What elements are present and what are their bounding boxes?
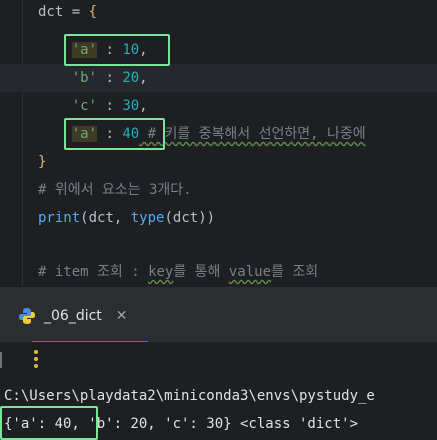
tab-label: _06_dict: [44, 308, 102, 324]
highlight-box-key-a-10: [64, 34, 170, 66]
run-tool-window-header: _06_dict ✕: [0, 286, 437, 343]
code-line[interactable]: dct = {: [0, 0, 437, 28]
code-line[interactable]: }: [0, 148, 437, 176]
var-dct: dct: [38, 4, 64, 20]
more-options-icon[interactable]: [34, 350, 38, 370]
code-line[interactable]: [0, 232, 437, 260]
comment-word: value: [228, 264, 272, 280]
close-brace: }: [38, 154, 47, 170]
comment-word: 를 통해: [173, 264, 229, 280]
paren: )): [198, 210, 216, 226]
builtin-print: print: [38, 210, 81, 226]
python-icon: [18, 307, 36, 325]
code-line-current[interactable]: 'b' : 20,: [0, 64, 437, 92]
highlight-box-key-a-40: [64, 118, 165, 150]
dict-value: 20: [122, 70, 140, 86]
comment-word: 를 조회: [271, 264, 319, 280]
close-icon[interactable]: ✕: [116, 308, 128, 324]
toolbar-divider: [0, 352, 2, 368]
code-comment: # item 조회 :: [38, 264, 149, 280]
tab-run-06-dict[interactable]: _06_dict ✕: [18, 299, 148, 343]
builtin-type: type: [130, 210, 165, 226]
code-editor[interactable]: dct = { 'a' : 10, 'b' : 20, 'c' : 30, 'a…: [0, 0, 437, 286]
code-line[interactable]: 'c' : 30,: [0, 92, 437, 120]
comma: ,: [139, 70, 148, 86]
code-line[interactable]: # item 조회 : key를 통해 value를 조회: [0, 258, 437, 286]
code-line[interactable]: print(dct, type(dct)): [0, 204, 437, 232]
dict-key: 'b': [71, 70, 98, 86]
highlight-box-output-a-40: [0, 406, 98, 440]
argument: dct,: [88, 210, 131, 226]
assign-op: =: [63, 4, 89, 20]
dict-key: 'c': [71, 98, 98, 114]
comment-word: key: [148, 264, 174, 280]
code-comment: # 키를 중복해서 선언하면, 나중에: [139, 126, 366, 142]
dict-value: 30: [122, 98, 140, 114]
run-toolbar: [0, 342, 437, 379]
code-comment: # 위에서 요소는 3개다.: [38, 182, 192, 198]
comma: ,: [139, 98, 148, 114]
argument: dct: [172, 210, 199, 226]
paren: (: [80, 210, 89, 226]
colon: :: [97, 98, 123, 114]
run-console[interactable]: C:\Users\playdata2\miniconda3\envs\pystu…: [0, 378, 437, 440]
open-brace: {: [88, 4, 98, 20]
code-line[interactable]: # 위에서 요소는 3개다.: [0, 176, 437, 204]
colon: :: [97, 70, 123, 86]
paren: (: [164, 210, 173, 226]
